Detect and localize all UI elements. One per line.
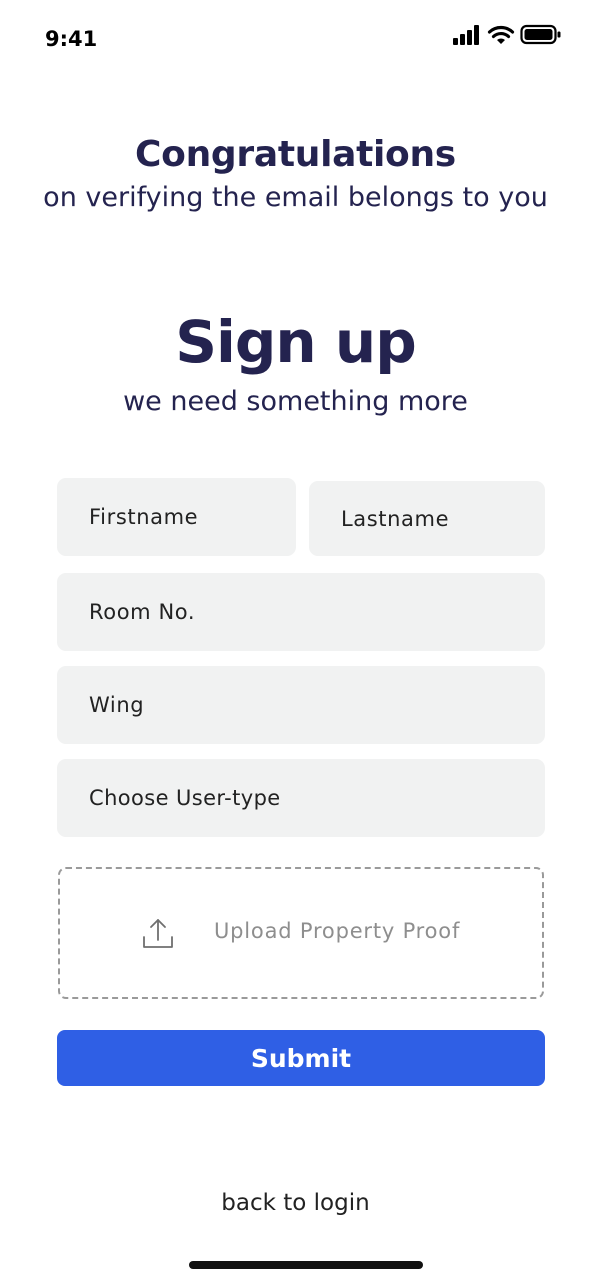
page-title: Sign up (175, 308, 416, 376)
signal-icon (453, 25, 479, 45)
wifi-icon (487, 25, 515, 44)
congrats-title: Congratulations (135, 134, 456, 175)
user-type-select[interactable]: Choose User-type (57, 759, 545, 837)
user-type-label: Choose User-type (89, 786, 281, 810)
lastname-field-container (309, 481, 545, 556)
upload-icon (143, 919, 173, 948)
status-time: 9:41 (45, 27, 98, 51)
firstname-field-container (57, 478, 296, 556)
battery-icon (520, 24, 561, 45)
lastname-field[interactable] (341, 506, 545, 531)
back-to-login-link[interactable]: back to login (0, 1190, 591, 1216)
upload-property-proof-dropzone[interactable]: Upload Property Proof (58, 867, 544, 999)
wing-field[interactable] (89, 693, 545, 717)
page-subtitle: we need something more (123, 386, 468, 417)
status-bar: 9:41 (0, 0, 591, 80)
room-number-field[interactable] (89, 600, 545, 624)
congrats-subtitle: on verifying the email belongs to you (43, 182, 548, 213)
home-indicator (189, 1261, 423, 1269)
room-field-container (57, 573, 545, 651)
firstname-field[interactable] (89, 505, 296, 529)
status-icons (452, 24, 564, 48)
upload-label: Upload Property Proof (214, 919, 461, 943)
wing-field-container (57, 666, 545, 744)
submit-button[interactable]: Submit (57, 1030, 545, 1086)
